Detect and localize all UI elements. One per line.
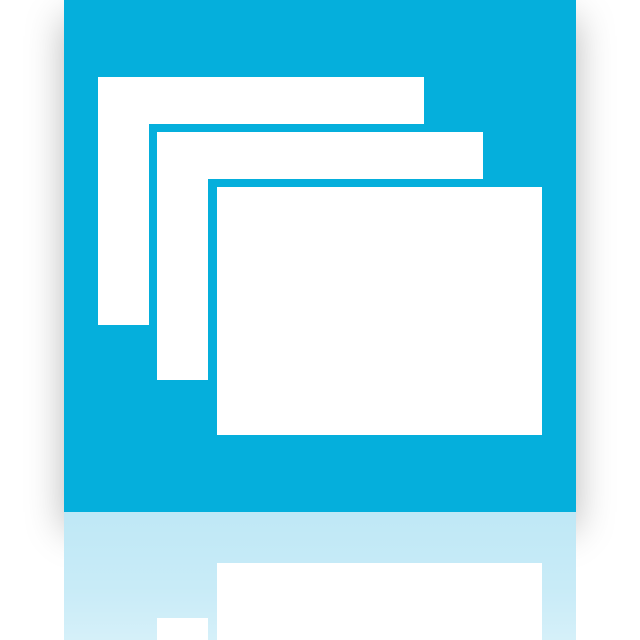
front-window-shape <box>217 187 542 435</box>
icon-canvas <box>0 0 640 640</box>
reflection-front-window <box>217 563 542 640</box>
reflection-middle-window <box>157 618 208 640</box>
tile-reflection <box>64 512 576 640</box>
windows-stack-icon <box>64 0 576 512</box>
